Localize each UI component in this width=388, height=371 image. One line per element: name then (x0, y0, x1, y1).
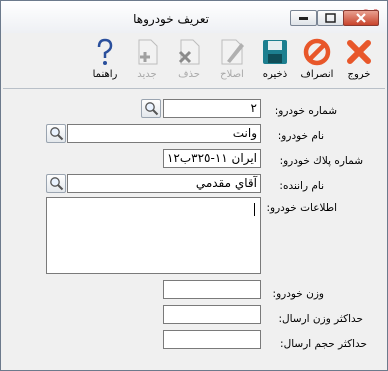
new-button[interactable]: جديد (129, 35, 165, 85)
maximize-icon (325, 13, 336, 23)
edit-button[interactable]: اصلاح (214, 35, 250, 85)
help-label: راهنما (92, 69, 118, 80)
edit-label: اصلاح (220, 69, 244, 80)
exit-button[interactable]: خروج (341, 35, 377, 85)
cancel-button[interactable]: انصراف (299, 35, 335, 85)
cancel-icon (303, 38, 331, 66)
vehicle-number-field[interactable]: ٢ (163, 99, 261, 118)
help-button[interactable]: راهنما (87, 35, 123, 85)
save-button[interactable]: ذخيره (257, 35, 293, 85)
max-send-weight-field[interactable] (163, 305, 261, 324)
new-label: جديد (137, 69, 157, 80)
driver-name-lookup-button[interactable] (46, 174, 66, 193)
close-window-button[interactable] (343, 10, 379, 26)
plate-number-label: شماره پلاك خودرو: (279, 155, 363, 167)
title-bar[interactable]: CA تعريف خودروها (1, 1, 387, 33)
driver-name-field[interactable]: آقاي مقدمي (67, 174, 261, 193)
vehicle-info-label: اطلاعات خودرو: (266, 202, 338, 214)
vehicle-number-label: شماره خودرو: (274, 105, 337, 117)
maximize-button[interactable] (317, 10, 344, 26)
vehicle-name-label: نام خودرو: (277, 130, 324, 142)
plate-number-field[interactable]: ايران ١١-٣٢٥ب١٢ (163, 149, 261, 168)
minimize-button[interactable] (290, 10, 317, 26)
search-icon (50, 127, 64, 141)
vehicle-definition-window: CA تعريف خودروها خروج انصراف (0, 0, 388, 371)
save-icon (263, 40, 287, 64)
driver-name-label: نام راننده: (279, 180, 324, 192)
search-icon (145, 102, 159, 116)
exit-icon (347, 40, 371, 64)
vehicle-number-lookup-button[interactable] (141, 99, 161, 118)
vehicle-name-lookup-button[interactable] (46, 124, 66, 143)
vehicle-name-field[interactable]: وانت (67, 124, 261, 143)
new-icon (138, 39, 158, 65)
vehicle-weight-label: وزن خودرو: (272, 288, 324, 300)
exit-label: خروج (347, 69, 371, 80)
search-icon (50, 177, 64, 191)
delete-label: حذف (178, 69, 200, 80)
max-send-volume-field[interactable] (163, 330, 261, 349)
help-icon (97, 38, 113, 65)
vehicle-info-textarea[interactable] (46, 197, 261, 274)
close-icon (356, 13, 366, 23)
max-send-volume-label: حداكثر حجم ارسال: (280, 338, 367, 350)
delete-button[interactable]: حذف (171, 35, 207, 85)
toolbar-divider (3, 88, 385, 89)
window-title: تعريف خودروها (133, 12, 209, 26)
save-label: ذخيره (262, 69, 288, 80)
text-caret (254, 203, 255, 216)
delete-icon (178, 39, 200, 65)
minimize-icon (299, 17, 308, 20)
toolbar: خروج انصراف ذخيره اصلاح حذف جديد راهنما (1, 33, 387, 87)
max-send-weight-label: حداكثر وزن ارسال: (278, 313, 363, 325)
cancel-label: انصراف (300, 69, 334, 80)
edit-icon (221, 39, 244, 65)
vehicle-weight-field[interactable] (163, 280, 261, 299)
